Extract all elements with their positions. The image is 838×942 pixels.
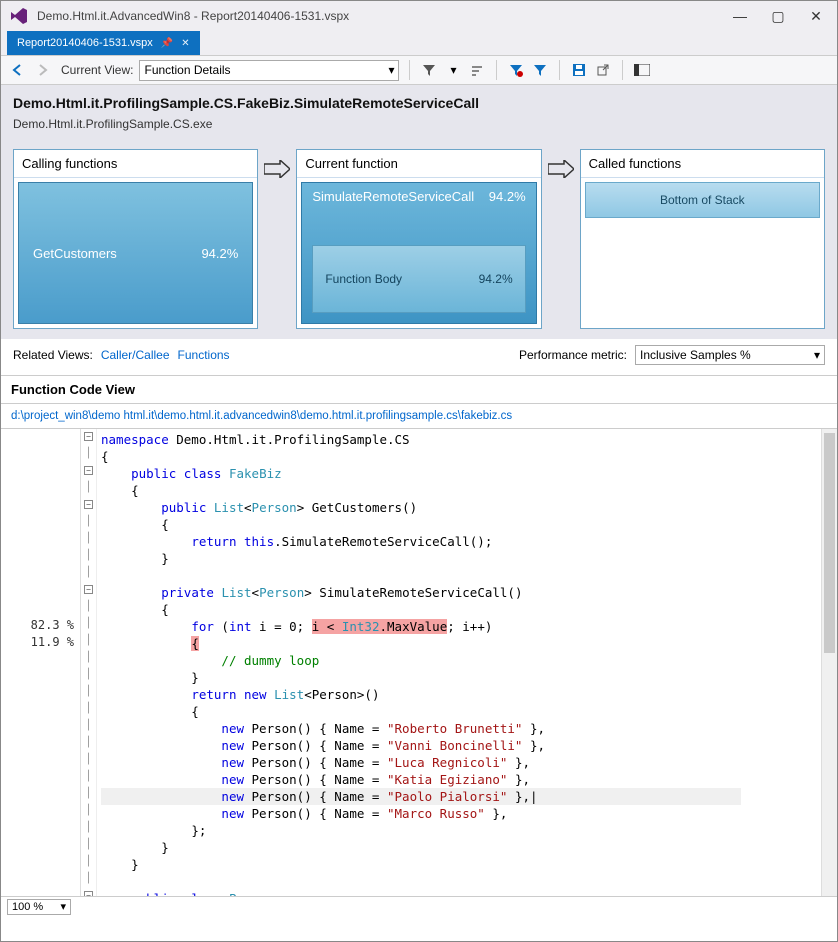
code-view-header: Function Code View [1,375,837,404]
calling-functions-panel: Calling functions GetCustomers 94.2% [13,149,258,329]
fold-toggle-icon[interactable]: − [84,500,93,509]
module-name: Demo.Html.it.ProfilingSample.CS.exe [13,117,825,131]
chevron-down-icon: ▾ [60,900,66,913]
noise-reduction-icon[interactable] [468,61,486,79]
current-function-panel: Current function SimulateRemoteServiceCa… [296,149,541,329]
bottom-of-stack-card[interactable]: Bottom of Stack [585,182,820,218]
percent-gutter: 82.3 % 11.9 % [1,429,81,916]
chevron-down-icon: ▾ [814,348,820,362]
window-title: Demo.Html.it.AdvancedWin8 - Report201404… [37,9,727,23]
arrow-icon [264,157,290,181]
current-view-label: Current View: [61,63,133,77]
chevron-down-icon: ▾ [388,63,394,77]
performance-metric-select[interactable]: Inclusive Samples % ▾ [635,345,825,365]
code-view-path[interactable]: d:\project_win8\demo html.it\demo.html.i… [1,404,837,428]
filter-icon[interactable] [420,61,438,79]
fold-toggle-icon[interactable]: − [84,466,93,475]
zoom-bar: 100 % ▾ [1,896,837,916]
called-functions-panel: Called functions Bottom of Stack [580,149,825,329]
fold-toggle-icon[interactable]: − [84,432,93,441]
function-name: Demo.Html.it.ProfilingSample.CS.FakeBiz.… [13,95,825,111]
separator [622,60,623,80]
maximize-button[interactable]: ▢ [765,8,791,25]
pin-icon[interactable]: 📌 [161,38,173,49]
save-icon[interactable] [570,61,588,79]
current-function-card[interactable]: SimulateRemoteServiceCall 94.2% Function… [301,182,536,324]
calling-function-card[interactable]: GetCustomers 94.2% [18,182,253,324]
scrollbar-thumb[interactable] [824,433,835,653]
performance-metric-label: Performance metric: [519,348,627,362]
tab-report[interactable]: Report20140406-1531.vspx 📌 ✕ [7,31,200,55]
current-view-select[interactable]: Function Details ▾ [139,60,399,81]
vertical-scrollbar[interactable] [821,429,837,896]
minimize-button[interactable]: — [727,8,753,25]
document-tabbar: Report20140406-1531.vspx 📌 ✕ [1,31,837,55]
nav-back-button[interactable] [9,61,27,79]
function-panels: Calling functions GetCustomers 94.2% Cur… [1,139,837,339]
zoom-select[interactable]: 100 % ▾ [7,899,71,915]
titlebar: Demo.Html.it.AdvancedWin8 - Report201404… [1,1,837,31]
link-functions[interactable]: Functions [178,348,230,362]
fold-toggle-icon[interactable]: − [84,585,93,594]
code-content[interactable]: namespace Demo.Html.it.ProfilingSample.C… [97,429,837,916]
layout-icon[interactable] [633,61,651,79]
function-body-card[interactable]: Function Body 94.2% [312,245,525,313]
filter-settings-icon[interactable] [531,61,549,79]
panel-title: Current function [297,150,540,178]
close-button[interactable]: ✕ [803,8,829,25]
fold-gutter: − │ − │ − ││││ − ││││ ││││ ││││ ││││ │ − [81,429,97,916]
filter-clear-icon[interactable] [507,61,525,79]
separator [409,60,410,80]
link-caller-callee[interactable]: Caller/Callee [101,348,170,362]
related-views-label: Related Views: [13,348,93,362]
tab-label: Report20140406-1531.vspx [17,37,153,49]
separator [559,60,560,80]
code-editor[interactable]: 82.3 % 11.9 % − │ − │ − ││││ − ││││ ││││… [1,428,837,916]
tab-close-icon[interactable]: ✕ [181,38,189,49]
vs-logo-icon [9,6,29,26]
nav-forward-button[interactable] [33,61,51,79]
panel-title: Calling functions [14,150,257,178]
view-toolbar: Current View: Function Details ▾ ▾ [1,55,837,85]
filter-dropdown-icon[interactable]: ▾ [444,61,462,79]
separator [496,60,497,80]
export-icon[interactable] [594,61,612,79]
related-views-row: Related Views: Caller/Callee Functions P… [1,339,837,375]
panel-title: Called functions [581,150,824,178]
function-header: Demo.Html.it.ProfilingSample.CS.FakeBiz.… [1,85,837,139]
arrow-icon [548,157,574,181]
